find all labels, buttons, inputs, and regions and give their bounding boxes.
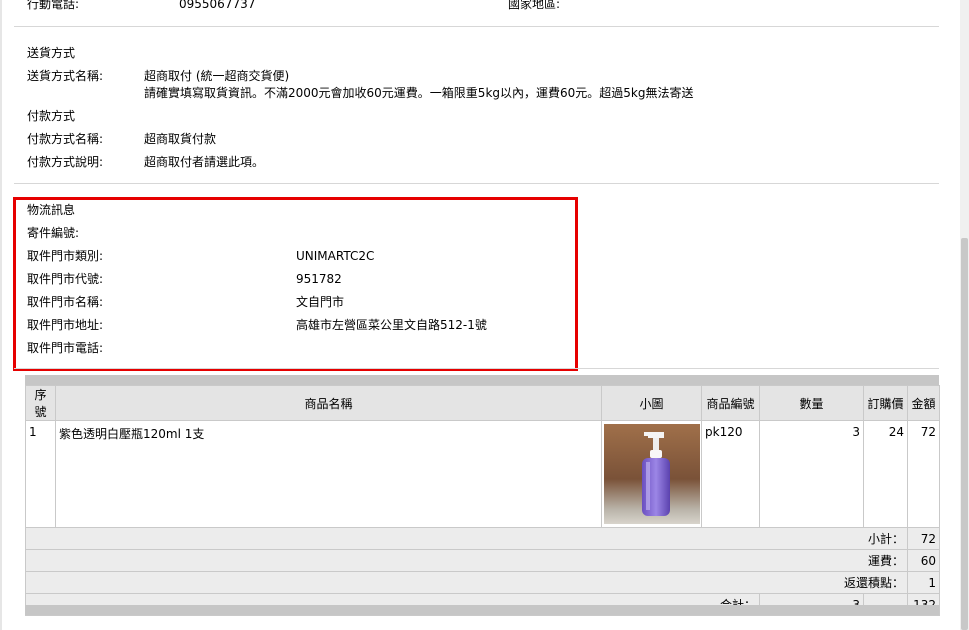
mobile-value: 0955067737 (179, 0, 256, 11)
purple-bottle-image[interactable] (603, 424, 700, 524)
subtotal-row: 小計： 72 (25, 527, 940, 550)
divider (14, 183, 939, 184)
shipping-note: 請確實填寫取貨資訊。不滿2000元會加收60元運費。一箱限重5kg以內，運費60… (144, 86, 694, 100)
shipping-fee-row: 運費： 60 (25, 549, 940, 572)
store-code-label: 取件門市代號: (27, 272, 104, 286)
header-no: 序號 (25, 385, 56, 421)
payment-desc-value: 超商取付者請選此項。 (144, 155, 265, 169)
row-product-name[interactable]: 紫色透明白壓瓶120ml 1支 (55, 420, 602, 528)
reward-points-value: 1 (907, 571, 940, 594)
store-name-label: 取件門市名稱: (27, 295, 104, 309)
header-qty: 數量 (759, 385, 864, 421)
store-phone-label: 取件門市電話: (27, 341, 104, 355)
header-image: 小圖 (601, 385, 702, 421)
store-address-label: 取件門市地址: (27, 318, 104, 332)
order-items-table: 序號 商品名稱 小圖 商品編號 數量 訂購價 金額 1 紫色透明白壓瓶120ml… (25, 385, 940, 616)
table-header-row: 序號 商品名稱 小圖 商品編號 數量 訂購價 金額 (25, 385, 940, 421)
divider (14, 26, 939, 27)
row-qty: 3 (759, 420, 864, 528)
store-address-value: 高雄市左營區菜公里文自路512-1號 (296, 318, 487, 332)
shipping-name-label: 送貨方式名稱: (27, 69, 104, 83)
reward-points-row: 返還積點： 1 (25, 571, 940, 594)
left-edge (0, 0, 2, 630)
logistics-section-title: 物流訊息 (27, 203, 76, 217)
header-amount: 金額 (907, 385, 940, 421)
divider (14, 368, 939, 369)
shipping-name-value: 超商取付 (統一超商交貨便) (144, 69, 290, 83)
table-bottom-bar (25, 605, 939, 615)
subtotal-label: 小計： (25, 527, 908, 550)
store-type-label: 取件門市類別: (27, 249, 104, 263)
store-type-value: UNIMARTC2C (296, 249, 375, 263)
store-name-value: 文自門市 (296, 295, 345, 309)
country-label: 國家地區: (508, 0, 561, 11)
payment-name-value: 超商取貨付款 (144, 132, 217, 146)
shipping-section-title: 送貨方式 (27, 46, 76, 60)
row-image-cell (601, 420, 702, 528)
payment-name-label: 付款方式名稱: (27, 132, 104, 146)
tracking-label: 寄件編號: (27, 226, 80, 240)
vertical-scrollbar[interactable] (960, 0, 969, 630)
row-price: 24 (863, 420, 908, 528)
header-price: 訂購價 (863, 385, 908, 421)
payment-section-title: 付款方式 (27, 109, 76, 123)
row-no: 1 (25, 420, 56, 528)
subtotal-value: 72 (907, 527, 940, 550)
table-row: 1 紫色透明白壓瓶120ml 1支 pk120 3 24 72 (25, 420, 940, 528)
scrollbar-thumb[interactable] (961, 238, 968, 630)
header-name: 商品名稱 (55, 385, 602, 421)
shipping-fee-label: 運費： (25, 549, 908, 572)
reward-points-label: 返還積點： (25, 571, 908, 594)
header-code: 商品編號 (701, 385, 760, 421)
store-code-value: 951782 (296, 272, 342, 286)
payment-desc-label: 付款方式說明: (27, 155, 104, 169)
mobile-label: 行動電話: (27, 0, 80, 11)
row-amount: 72 (907, 420, 940, 528)
table-top-bar (25, 375, 939, 385)
shipping-fee-value: 60 (907, 549, 940, 572)
row-product-code: pk120 (701, 420, 760, 528)
